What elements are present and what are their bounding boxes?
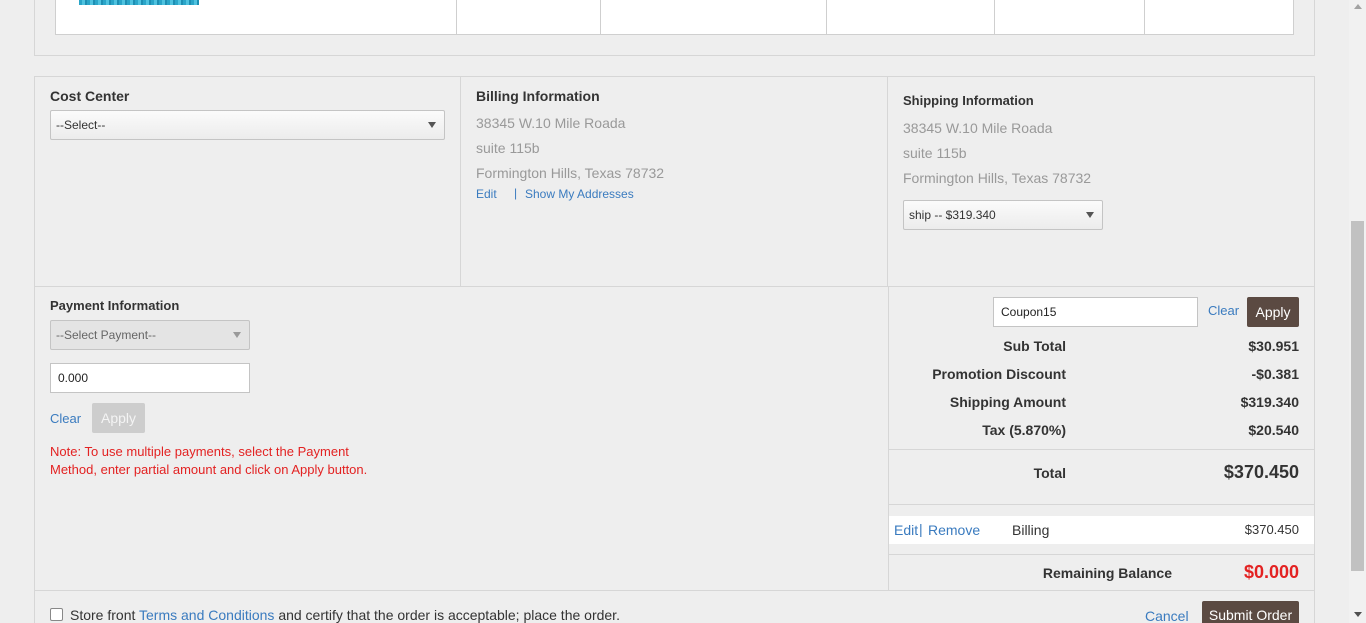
- divider: [35, 286, 1314, 287]
- terms-suffix: and certify that the order is acceptable…: [278, 607, 620, 623]
- link-separator: |: [514, 186, 518, 200]
- payment-apply-button[interactable]: Apply: [92, 403, 145, 433]
- coupon-apply-button[interactable]: Apply: [1247, 297, 1299, 327]
- multiple-payments-note: Note: To use multiple payments, select t…: [50, 444, 368, 477]
- billing-address-line2: suite 115b: [476, 140, 540, 156]
- coupon-clear-link[interactable]: Clear: [1208, 303, 1239, 318]
- terms-prefix: Store front: [70, 607, 136, 623]
- payment-method-select[interactable]: --Select Payment--: [50, 320, 250, 350]
- promotion-discount-label: Promotion Discount: [932, 366, 1066, 382]
- divider: [889, 449, 1314, 450]
- divider: [889, 504, 1314, 505]
- terms-checkbox[interactable]: [50, 608, 63, 621]
- cancel-link[interactable]: Cancel: [1145, 608, 1189, 623]
- shipping-method-select[interactable]: ship -- $319.340: [903, 200, 1103, 230]
- terms-text: Store front Terms and Conditions and cer…: [70, 607, 620, 623]
- divider: [35, 590, 1314, 591]
- subtotal-label: Sub Total: [1003, 338, 1066, 354]
- divider: [889, 554, 1314, 555]
- shipping-amount-value: $319.340: [1240, 394, 1299, 410]
- table-column-divider: [994, 0, 995, 35]
- total-value: $370.450: [1223, 462, 1299, 482]
- applied-payment-method: Billing: [1012, 522, 1050, 538]
- chevron-down-icon: [233, 332, 241, 338]
- billing-edit-link[interactable]: Edit: [476, 187, 497, 201]
- coupon-input[interactable]: Coupon15: [993, 297, 1198, 327]
- terms-and-conditions-link[interactable]: Terms and Conditions: [139, 607, 274, 623]
- cost-center-select-value: --Select--: [56, 118, 106, 132]
- chevron-down-icon: [428, 122, 436, 128]
- scroll-up-arrow-icon[interactable]: [1354, 4, 1362, 9]
- remaining-balance-label: Remaining Balance: [1042, 565, 1172, 581]
- shipping-info-title: Shipping Information: [903, 93, 1034, 108]
- show-my-addresses-link[interactable]: Show My Addresses: [525, 187, 634, 201]
- billing-address-line1: 38345 W.10 Mile Roada: [476, 115, 626, 131]
- chevron-down-icon: [1086, 212, 1094, 218]
- payment-amount-value: 0.000: [58, 371, 89, 385]
- divider: [887, 77, 888, 286]
- shipping-address-line1: 38345 W.10 Mile Roada: [903, 120, 1053, 136]
- remaining-balance-value: $0.000: [1243, 562, 1299, 582]
- total-label: Total: [1033, 465, 1066, 481]
- cost-center-label: Cost Center: [50, 88, 130, 104]
- table-column-divider: [600, 0, 601, 35]
- scroll-down-arrow-icon[interactable]: [1354, 612, 1362, 617]
- promotion-discount-value: -$0.381: [1251, 366, 1299, 382]
- link-separator: |: [919, 521, 923, 537]
- billing-address-line3: Formington Hills, Texas 78732: [476, 165, 665, 181]
- divider: [460, 77, 461, 286]
- submit-order-button[interactable]: Submit Order: [1202, 601, 1299, 623]
- shipping-method-value: ship -- $319.340: [909, 208, 996, 222]
- scrollbar-thumb[interactable]: [1351, 221, 1364, 571]
- tax-label: Tax (5.870%): [982, 422, 1066, 438]
- table-column-divider: [1144, 0, 1145, 35]
- order-items-table: [55, 0, 1294, 35]
- shipping-address-line2: suite 115b: [903, 145, 967, 161]
- payment-clear-link[interactable]: Clear: [50, 411, 81, 426]
- shipping-amount-label: Shipping Amount: [949, 394, 1066, 410]
- applied-payment-edit-link[interactable]: Edit: [894, 522, 918, 538]
- applied-payment-amount: $370.450: [1244, 522, 1299, 537]
- payment-method-value: --Select Payment--: [56, 328, 157, 342]
- table-column-divider: [826, 0, 827, 35]
- subtotal-value: $30.951: [1248, 338, 1299, 354]
- payment-amount-input[interactable]: 0.000: [50, 363, 250, 393]
- billing-info-title: Billing Information: [476, 88, 600, 104]
- product-thumbnail[interactable]: [79, 0, 199, 5]
- coupon-value: Coupon15: [1001, 305, 1057, 319]
- shipping-address-line3: Formington Hills, Texas 78732: [903, 170, 1092, 186]
- tax-value: $20.540: [1248, 422, 1299, 438]
- payment-info-title: Payment Information: [50, 298, 180, 313]
- cost-center-select[interactable]: --Select--: [50, 110, 445, 140]
- divider: [888, 287, 889, 590]
- table-column-divider: [456, 0, 457, 35]
- applied-payment-remove-link[interactable]: Remove: [928, 522, 980, 538]
